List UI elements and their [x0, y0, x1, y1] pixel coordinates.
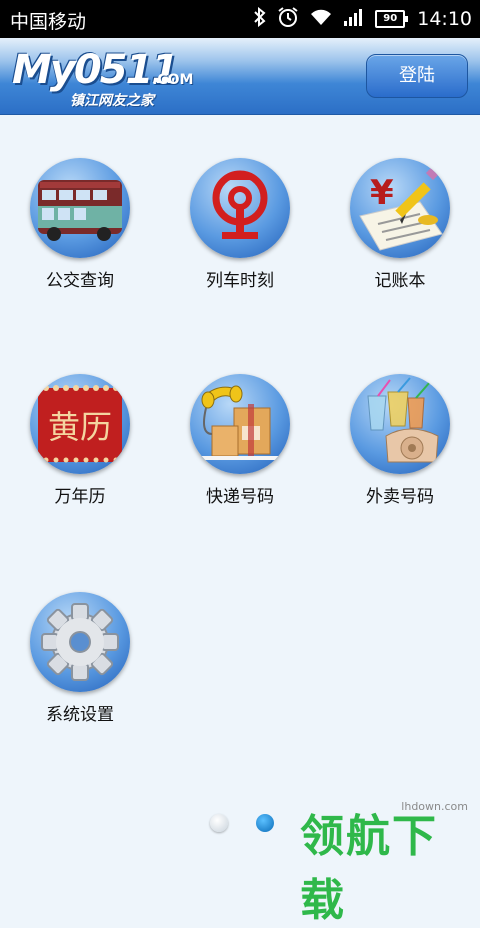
calendar-icon: 黄历	[30, 374, 130, 474]
clock: 14:10	[417, 8, 472, 30]
app-logo: My0511 .COM 镇江网友之家	[12, 48, 202, 109]
grid-item-label: 系统设置	[46, 705, 114, 725]
page-dot-1[interactable]	[210, 814, 228, 832]
grid-item-train[interactable]: 列车时刻	[160, 158, 320, 318]
watermark-url: lhdown.com	[401, 800, 468, 813]
status-icons: 90 14:10	[253, 0, 472, 38]
carrier-name: 中国移动	[10, 11, 87, 33]
login-button[interactable]: 登陆	[366, 54, 468, 98]
watermark-text: 领航下载	[300, 811, 438, 926]
grid-item-bus[interactable]: 公交查询	[0, 158, 160, 318]
grid-item-express[interactable]: 快递号码	[160, 374, 320, 534]
calendar-glyphs: 黄历	[48, 408, 112, 446]
battery-icon: 90	[375, 10, 409, 28]
grid-item-label: 外卖号码	[366, 487, 434, 507]
signal-icon	[343, 7, 365, 31]
grid-item-label: 万年历	[54, 487, 106, 507]
grid-item-settings[interactable]: 系统设置	[0, 592, 160, 752]
alarm-icon	[277, 6, 299, 32]
bus-icon	[30, 158, 130, 258]
grid-item-calendar[interactable]: 黄历 万年历	[0, 374, 160, 534]
grid-item-label: 快递号码	[206, 487, 274, 507]
page-dot-2[interactable]	[256, 814, 274, 832]
logo-com: .COM	[152, 72, 194, 88]
logo-subtitle: 镇江网友之家	[70, 93, 154, 109]
grid-item-ledger[interactable]: ¥ 记账本	[320, 158, 480, 318]
parcel-phone-icon	[190, 374, 290, 474]
grid-item-label: 列车时刻	[206, 271, 274, 291]
app-header: My0511 .COM 镇江网友之家 登陆	[0, 38, 480, 115]
svg-text:¥: ¥	[370, 173, 394, 213]
grid-item-label: 公交查询	[46, 271, 114, 291]
grid-item-label: 记账本	[374, 271, 426, 291]
status-bar: 中国移动 90 14:10	[0, 0, 480, 38]
wifi-icon	[309, 7, 333, 31]
bluetooth-icon	[253, 6, 267, 31]
gear-icon	[30, 592, 130, 692]
grid-item-takeaway[interactable]: 外卖号码	[320, 374, 480, 534]
drinks-phone-icon	[350, 374, 450, 474]
railway-logo-icon	[190, 158, 290, 258]
feature-grid: 公交查询 列车时刻 ¥ 记账本 黄历 万年历 快递号码 外卖号码 系统设置	[0, 114, 480, 794]
ledger-pen-icon: ¥	[350, 158, 450, 258]
